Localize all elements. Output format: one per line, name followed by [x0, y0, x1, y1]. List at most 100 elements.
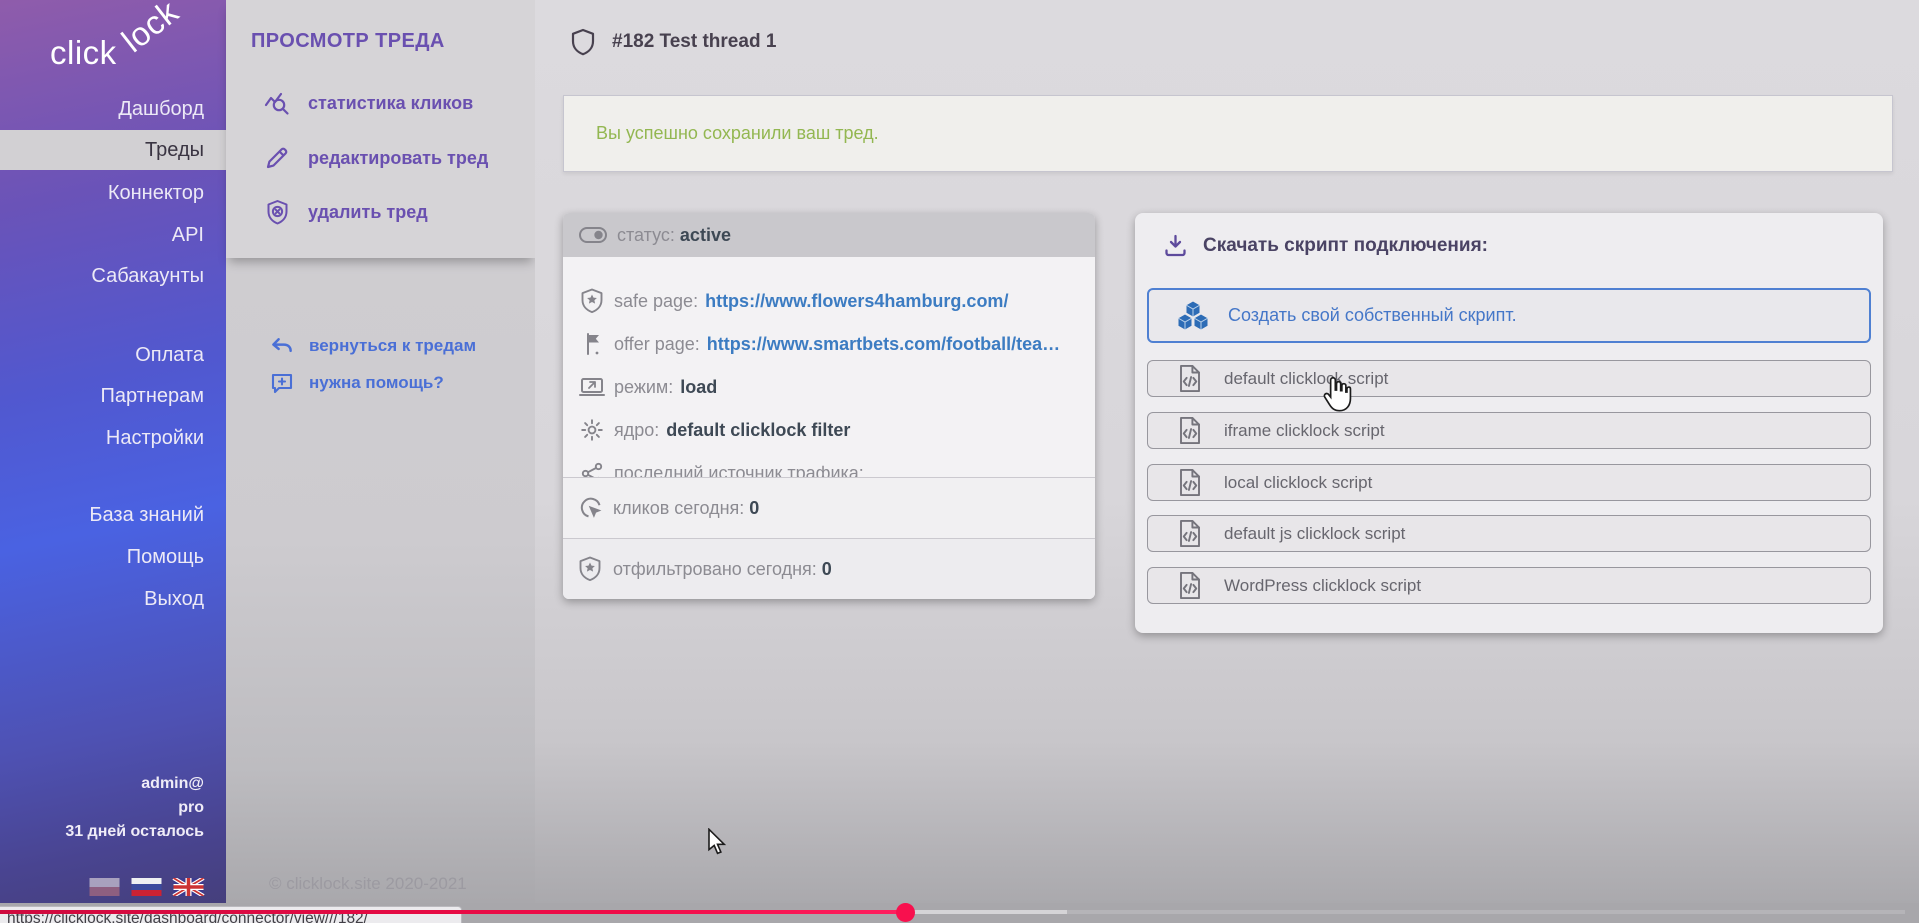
status-label: статус:: [617, 225, 675, 246]
default-js-clicklock-script-button[interactable]: default js clicklock script: [1147, 515, 1871, 552]
iframe-clicklock-script-button[interactable]: iframe clicklock script: [1147, 412, 1871, 449]
row-label: offer page:: [614, 334, 700, 355]
screen-arrow-icon: [579, 376, 605, 398]
row-label: ядро:: [614, 420, 659, 441]
menu-link-label: нужна помощь?: [309, 373, 444, 393]
status-row-safe-page: safe page: https://www.flowers4hamburg.c…: [563, 279, 1095, 323]
account-info: admin@ pro 31 дней осталось: [65, 772, 204, 844]
sidebar-item-partners[interactable]: Партнерам: [0, 382, 226, 410]
counter-label: кликов сегодня:: [613, 498, 744, 519]
sidebar-item-help[interactable]: Помощь: [0, 543, 226, 571]
menu-item-edit-thread[interactable]: редактировать тред: [226, 141, 535, 175]
sidebar-item-label: Оплата: [135, 344, 204, 367]
success-alert-text: Вы успешно сохранили ваш тред.: [596, 123, 879, 144]
menu-item-click-statistics[interactable]: статистика кликов: [226, 86, 535, 120]
sidebar-item-label: Настройки: [106, 427, 204, 450]
download-card-title: Скачать скрипт подключения:: [1163, 233, 1488, 258]
menu-item-label: удалить тред: [308, 202, 428, 223]
logo-text-click: click: [50, 34, 117, 72]
russia-flag-icon[interactable]: [130, 878, 163, 896]
status-header: статус: active: [563, 213, 1095, 257]
sidebar-item-label: Помощь: [127, 546, 204, 569]
file-code-icon: [1178, 364, 1204, 393]
sidebar-item-dashboard[interactable]: Дашборд: [0, 95, 226, 123]
thread-menu-title: ПРОСМОТР ТРЕДА: [251, 30, 445, 53]
flag-icon: [579, 331, 605, 357]
status-value: active: [680, 225, 731, 246]
menu-item-label: редактировать тред: [308, 148, 488, 169]
sidebar-item-payment[interactable]: Оплата: [0, 341, 226, 369]
wordpress-clicklock-script-button[interactable]: WordPress clicklock script: [1147, 567, 1871, 604]
shield-x-icon: [263, 198, 291, 226]
download-card-title-text: Скачать скрипт подключения:: [1203, 235, 1488, 257]
local-clicklock-script-button[interactable]: local clicklock script: [1147, 464, 1871, 501]
menu-item-delete-thread[interactable]: удалить тред: [226, 195, 535, 229]
download-script-card: Скачать скрипт подключения: Создать свой…: [1135, 213, 1883, 633]
sidebar-item-label: Выход: [144, 588, 204, 611]
mode-value: load: [680, 377, 717, 398]
filtered-today-counter: отфильтровано сегодня: 0: [563, 538, 1095, 599]
link-back-to-threads[interactable]: вернуться к тредам: [226, 329, 535, 363]
page-title-text: #182 Test thread 1: [612, 31, 776, 53]
sidebar-item-threads[interactable]: Треды: [0, 130, 226, 170]
shield-star-icon: [579, 288, 605, 314]
logo-text-lock: lock: [115, 0, 186, 60]
clicklock-logo[interactable]: click lock: [50, 16, 210, 76]
status-bar-url-preview: https://clicklock.site/dashboard/connect…: [0, 906, 462, 923]
default-clicklock-script-button[interactable]: default clicklock script: [1147, 360, 1871, 397]
button-label: local clicklock script: [1224, 473, 1372, 493]
undo-arrow-icon: [270, 334, 294, 358]
success-alert: Вы успешно сохранили ваш тред.: [563, 95, 1893, 172]
sidebar-item-label: Сабакаунты: [91, 265, 204, 288]
account-email: admin@: [65, 772, 204, 796]
file-code-icon: [1178, 416, 1204, 445]
shield-star-icon: [578, 556, 606, 582]
row-label: safe page:: [614, 291, 698, 312]
file-code-icon: [1178, 571, 1204, 600]
thread-menu-raised-block: ПРОСМОТР ТРЕДА статистика кликов редакти…: [226, 0, 535, 258]
account-plan: pro: [65, 796, 204, 820]
sidebar-item-label: Партнерам: [100, 385, 204, 408]
counter-value: 0: [749, 498, 759, 519]
row-label: режим:: [614, 377, 673, 398]
button-label: default clicklock script: [1224, 369, 1388, 389]
sidebar: click lock Дашборд Треды Коннектор API С…: [0, 0, 226, 903]
video-progress-bar[interactable]: [0, 910, 897, 914]
uk-flag-icon[interactable]: [172, 878, 205, 896]
sidebar-item-knowledge-base[interactable]: База знаний: [0, 501, 226, 529]
counter-label: отфильтровано сегодня:: [613, 559, 817, 580]
cubes-icon: [1176, 300, 1210, 332]
gear-icon: [579, 418, 605, 442]
status-row-core: ядро: default clicklock filter: [563, 408, 1095, 452]
clicks-today-counter: кликов сегодня: 0: [563, 477, 1095, 538]
file-code-icon: [1178, 519, 1204, 548]
offer-page-link[interactable]: https://www.smartbets.com/football/tea…: [707, 334, 1060, 355]
link-need-help[interactable]: нужна помощь?: [226, 366, 535, 400]
sidebar-item-api[interactable]: API: [0, 221, 226, 249]
chart-search-icon: [263, 89, 291, 117]
safe-page-link[interactable]: https://www.flowers4hamburg.com/: [705, 291, 1008, 312]
button-label: default js clicklock script: [1224, 524, 1405, 544]
account-days-left: 31 дней осталось: [65, 820, 204, 844]
sidebar-item-subaccounts[interactable]: Сабакаунты: [0, 262, 226, 290]
sidebar-item-connector[interactable]: Коннектор: [0, 179, 226, 207]
sidebar-item-settings[interactable]: Настройки: [0, 424, 226, 452]
page-title: #182 Test thread 1: [570, 28, 776, 56]
button-label: Создать свой собственный скрипт.: [1228, 305, 1517, 326]
download-icon: [1163, 233, 1188, 258]
sidebar-item-logout[interactable]: Выход: [0, 585, 226, 613]
copyright: © clicklock.site 2020-2021: [269, 874, 467, 894]
click-icon: [578, 495, 606, 521]
main-content: #182 Test thread 1 Вы успешно сохранили …: [535, 0, 1919, 903]
thread-menu-panel: ПРОСМОТР ТРЕДА статистика кликов редакти…: [226, 0, 535, 903]
counter-value: 0: [822, 559, 832, 580]
create-own-script-button[interactable]: Создать свой собственный скрипт.: [1147, 288, 1871, 343]
button-label: WordPress clicklock script: [1224, 576, 1421, 596]
poland-flag-icon[interactable]: [88, 878, 121, 896]
sidebar-item-label: API: [172, 224, 204, 247]
sidebar-item-label: Треды: [145, 139, 204, 162]
video-progress-handle[interactable]: [896, 903, 915, 922]
sidebar-item-label: База знаний: [89, 504, 204, 527]
sidebar-item-label: Дашборд: [118, 98, 204, 121]
shield-icon: [570, 28, 596, 56]
